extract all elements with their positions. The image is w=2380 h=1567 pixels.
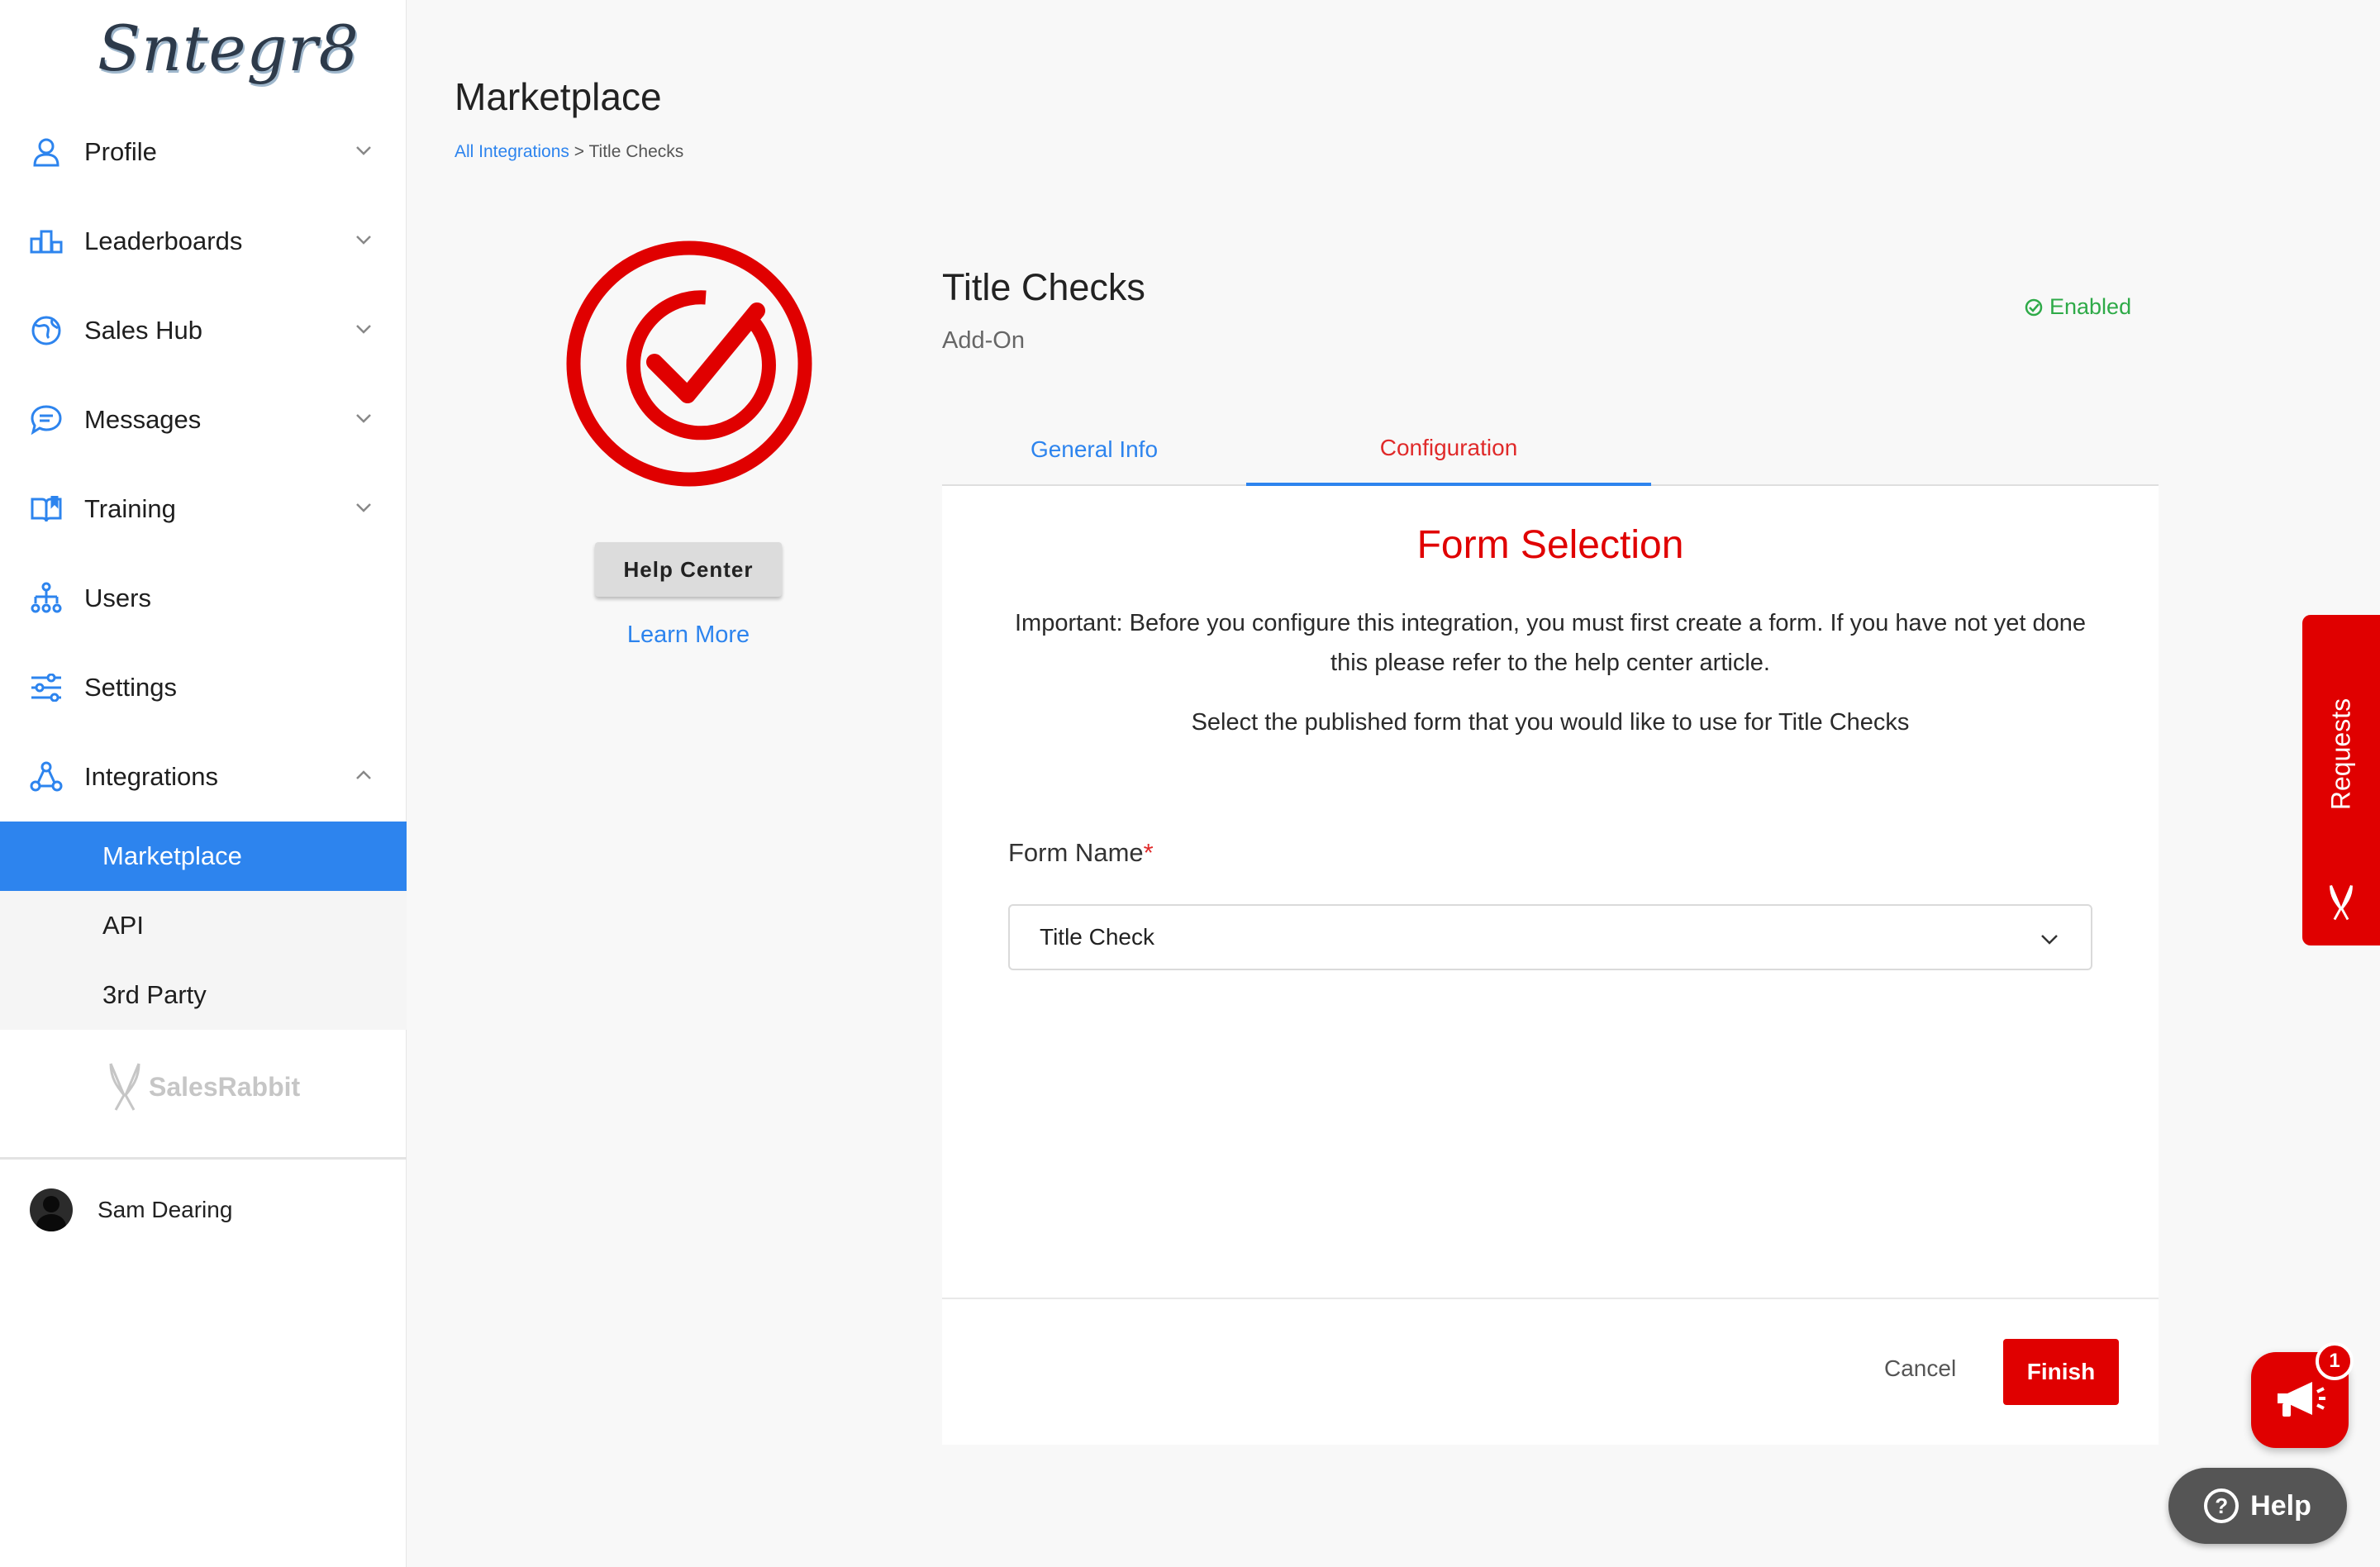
status-text: Enabled: [2049, 294, 2132, 319]
breadcrumb-separator: >: [574, 142, 585, 161]
sidebar-item-label: Settings: [84, 673, 178, 702]
sidebar: Sntegr8 Profile Leaderboards Sales Hub M…: [0, 0, 407, 1567]
configuration-panel: Form Selection Important: Before you con…: [942, 486, 2159, 1445]
sidebar-item-label: Users: [84, 583, 151, 612]
breadcrumb-link-all-integrations[interactable]: All Integrations: [455, 142, 569, 161]
chevron-down-icon: [356, 414, 371, 423]
learn-more-link[interactable]: Learn More: [595, 622, 782, 649]
tab-general-info[interactable]: General Info: [942, 413, 1246, 486]
user-name: Sam Dearing: [98, 1197, 233, 1222]
sidebar-item-label: Integrations: [84, 762, 218, 791]
globe-icon: [28, 312, 64, 349]
status-badge: Enabled: [2025, 294, 2131, 320]
tab-bar: General Info Configuration: [942, 413, 2159, 486]
requests-tab[interactable]: Requests: [2302, 615, 2380, 945]
sidebar-item-sales-hub[interactable]: Sales Hub: [0, 286, 407, 375]
cancel-button[interactable]: Cancel: [1884, 1355, 1956, 1382]
question-circle-icon: ?: [2204, 1488, 2240, 1523]
sidebar-nav: Profile Leaderboards Sales Hub Messages: [0, 107, 407, 1030]
sidebar-item-integrations[interactable]: Integrations: [0, 732, 407, 822]
sidebar-item-settings[interactable]: Settings: [0, 643, 407, 732]
sidebar-item-leaderboards[interactable]: Leaderboards: [0, 197, 407, 286]
sidebar-subitem-3rd-party[interactable]: 3rd Party: [0, 960, 407, 1030]
instruction-text: Select the published form that you would…: [1191, 709, 1910, 736]
form-name-label: Form Name*: [1008, 838, 1154, 868]
help-label: Help: [2250, 1489, 2311, 1522]
integration-title: Title Checks: [942, 266, 1145, 308]
panel-divider: [942, 1298, 2159, 1299]
chevron-down-icon: [356, 236, 371, 245]
check-circle-icon: [2025, 298, 2043, 316]
help-center-button[interactable]: Help Center: [595, 542, 782, 597]
sidebar-item-label: Profile: [84, 137, 157, 166]
network-icon: [28, 759, 64, 795]
requests-label: Requests: [2325, 698, 2356, 811]
salesrabbit-logo: SalesRabbit: [107, 1060, 300, 1114]
help-button[interactable]: ? Help: [2168, 1468, 2347, 1544]
salesrabbit-logo-text: SalesRabbit: [149, 1071, 301, 1102]
page-title: Marketplace: [455, 75, 662, 118]
rabbit-icon: [2330, 884, 2353, 921]
sidebar-item-training[interactable]: Training: [0, 464, 407, 554]
book-icon: [28, 491, 64, 527]
sidebar-item-messages[interactable]: Messages: [0, 375, 407, 464]
sidebar-item-label: Leaderboards: [84, 226, 243, 255]
chat-bubble-icon: [28, 402, 64, 438]
notification-badge: 1: [2316, 1342, 2354, 1380]
podium-icon: [28, 223, 64, 260]
app-logo[interactable]: Sntegr8: [98, 12, 359, 98]
sidebar-item-profile[interactable]: Profile: [0, 107, 407, 197]
chevron-down-icon: [356, 325, 371, 334]
title-checks-logo-icon: [566, 241, 812, 487]
user-profile[interactable]: Sam Dearing: [30, 1188, 232, 1231]
tab-configuration[interactable]: Configuration: [1246, 413, 1651, 486]
sidebar-subitem-marketplace[interactable]: Marketplace: [0, 822, 407, 891]
breadcrumb-current: Title Checks: [588, 142, 684, 161]
chevron-down-icon: [2041, 935, 2058, 945]
required-marker: *: [1143, 838, 1154, 867]
integrations-subnav: Marketplace API 3rd Party: [0, 822, 407, 1030]
form-selection-heading: Form Selection: [1416, 523, 1684, 567]
breadcrumb: All Integrations > Title Checks: [455, 142, 683, 162]
chevron-down-icon: [356, 503, 371, 512]
finish-button[interactable]: Finish: [2003, 1339, 2119, 1405]
avatar: [30, 1188, 73, 1231]
sidebar-divider: [0, 1157, 407, 1160]
important-notice: Important: Before you configure this int…: [1014, 610, 2086, 676]
org-chart-icon: [28, 580, 64, 617]
integration-subtitle: Add-On: [942, 327, 1025, 354]
chevron-down-icon: [356, 146, 371, 155]
sidebar-item-users[interactable]: Users: [0, 554, 407, 643]
form-name-selected-value: Title Check: [1040, 924, 1155, 950]
sidebar-item-label: Sales Hub: [84, 316, 203, 345]
sidebar-subitem-api[interactable]: API: [0, 891, 407, 960]
rabbit-icon: [109, 1063, 140, 1111]
sliders-icon: [28, 669, 64, 706]
sidebar-item-label: Training: [84, 494, 176, 523]
person-icon: [28, 134, 64, 170]
form-name-label-text: Form Name: [1008, 838, 1144, 867]
chevron-up-icon: [356, 770, 371, 779]
sidebar-item-label: Messages: [84, 405, 202, 434]
form-name-select[interactable]: Title Check: [1008, 904, 2092, 970]
megaphone-icon: [2278, 1382, 2325, 1417]
